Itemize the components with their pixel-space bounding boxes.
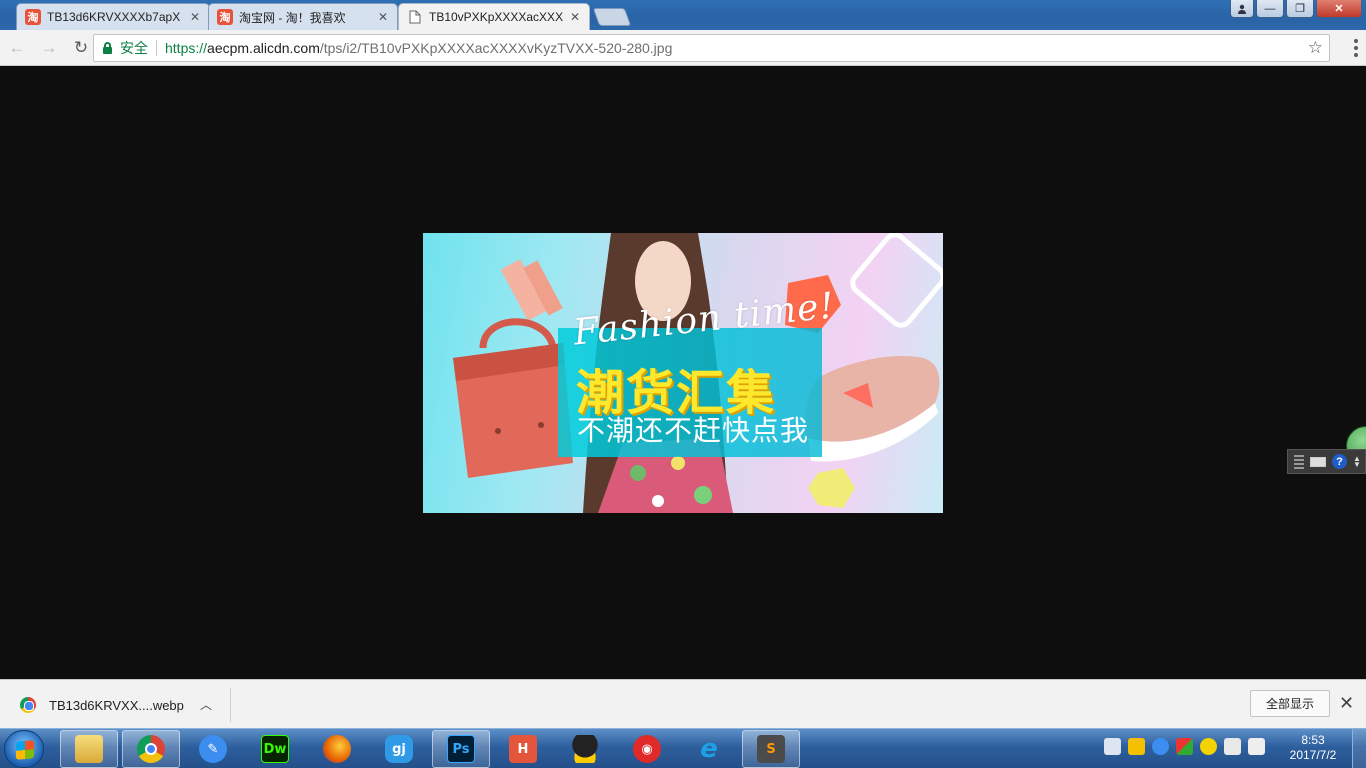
taobao-icon: 淘 [25,9,41,25]
taskbar-dreamweaver[interactable]: Dw [246,730,304,768]
start-button[interactable] [4,730,44,768]
window-controls: — ❐ ✕ [1230,0,1362,18]
download-file-name: TB13d6KRVXX....webp [49,697,184,713]
ime-toolbar[interactable]: ? ▲ ▼ [1287,449,1366,474]
bag-handle [479,318,557,349]
taskbar-clock[interactable]: 8:53 2017/7/2 [1284,733,1342,763]
chrome-menu-button[interactable] [1354,39,1358,57]
banner-subtitle: 不潮还不赶快点我 [577,414,810,447]
note-tray-icon[interactable] [1152,738,1169,755]
taskbar-gj-app[interactable]: gj [370,730,428,768]
maximize-button[interactable]: ❐ [1286,0,1314,18]
show-all-button[interactable]: 全部显示 [1250,690,1330,717]
window-titlebar: 淘 TB13d6KRVXXXXb7apX ✕ 淘 淘宝网 - 淘！我喜欢 ✕ T… [0,0,1366,30]
pencil-icon: ✎ [199,735,227,763]
dreamweaver-icon: Dw [261,735,289,763]
forward-button[interactable]: → [36,35,62,61]
gj-app-icon: gj [385,735,413,763]
close-shelf-icon[interactable]: ✕ [1339,693,1354,714]
taskbar-chrome[interactable] [122,730,180,768]
decor-square [850,233,943,328]
device-tray-icon[interactable] [1224,738,1241,755]
music-icon: ◉ [633,735,661,763]
tab-close-icon[interactable]: ✕ [567,9,583,25]
tab-title: TB13d6KRVXXXXb7apX [47,10,181,24]
volume-muted-icon[interactable] [1248,738,1265,755]
chrome-icon [137,735,165,763]
minimize-button[interactable]: — [1256,0,1284,18]
chrome-icon [20,697,36,713]
decor-hexagon [808,468,855,508]
reload-button[interactable]: ↻ [68,35,94,61]
menu-dot [1354,39,1358,43]
menu-dot [1354,53,1358,57]
user-icon [1238,4,1246,14]
tab-title: 淘宝网 - 淘！我喜欢 [239,10,346,25]
url-path: /tps/i2/TB10vPXKpXXXXacXXXXvKyzTVXX-520-… [319,40,673,56]
taskbar-qq[interactable] [556,730,614,768]
drag-handle[interactable] [1294,454,1304,469]
help-icon[interactable]: ? [1332,454,1347,469]
lock-icon [102,41,114,55]
photoshop-icon: Ps [447,735,475,763]
keyboard-icon[interactable] [1310,456,1326,467]
tab-3-active[interactable]: TB10vPXKpXXXXacXXX ✕ [398,3,590,30]
clock-date: 2017/7/2 [1289,748,1337,762]
sublime-icon: S [757,735,785,763]
close-window-button[interactable]: ✕ [1316,0,1362,18]
taobao-icon: 淘 [217,9,233,25]
bookmark-star-icon[interactable]: ☆ [1308,38,1323,58]
download-item[interactable]: TB13d6KRVXX....webp ︿ [0,688,231,722]
taskbar-note-app[interactable]: ✎ [184,730,242,768]
fashion-banner-image[interactable]: Fashion time! 潮货汇集 不潮还不赶快点我 [423,233,943,513]
security-tray-icon[interactable] [1176,738,1193,755]
menu-dot [1354,46,1358,50]
windows-logo-icon [16,740,34,760]
document-icon [407,9,423,25]
page-viewport: Fashion time! 潮货汇集 不潮还不赶快点我 ? ▲ ▼ [0,66,1366,679]
network-icon[interactable] [1128,738,1145,755]
windows-taskbar: ✎ Dw gj Ps H ◉ e S 8:53 2017/7/2 [0,728,1366,768]
url-scheme: https:// [165,40,208,56]
new-tab-button[interactable] [592,8,632,26]
expand-arrows-icon[interactable]: ▲ ▼ [1353,454,1361,468]
tab-close-icon[interactable]: ✕ [187,9,203,25]
action-center-icon[interactable] [1104,738,1121,755]
address-bar[interactable]: 安全 https:// aecpm.alicdn.com /tps/i2/TB1… [93,34,1330,62]
taskbar-file-explorer[interactable] [60,730,118,768]
clock-time: 8:53 [1301,733,1325,747]
taskbar-netease-music[interactable]: ◉ [618,730,676,768]
taskbar-firefox[interactable] [308,730,366,768]
taskbar-hbuilder[interactable]: H [494,730,552,768]
taskbar-internet-explorer[interactable]: e [680,730,738,768]
browser-toolbar: ← → ↻ 安全 https:// aecpm.alicdn.com /tps/… [0,30,1366,66]
taskbar-sublime-text[interactable]: S [742,730,800,768]
tab-1[interactable]: 淘 TB13d6KRVXXXXb7apX ✕ [16,3,210,30]
tab-2[interactable]: 淘 淘宝网 - 淘！我喜欢 ✕ [208,3,398,30]
chevron-up-icon[interactable]: ︿ [200,696,212,713]
ie-icon: e [700,734,718,764]
taskbar-photoshop[interactable]: Ps [432,730,490,768]
show-desktop-button[interactable] [1352,729,1366,768]
system-tray [1104,738,1265,755]
secure-label: 安全 [120,40,148,56]
download-shelf: TB13d6KRVXX....webp ︿ 全部显示 ✕ [0,679,1366,728]
url-host: aecpm.alicdn.com [207,40,320,56]
folder-icon [75,735,103,763]
add-tray-icon[interactable] [1200,738,1217,755]
firefox-icon [323,735,351,763]
tab-title: TB10vPXKpXXXXacXXX [429,10,564,24]
tab-close-icon[interactable]: ✕ [375,9,391,25]
divider [156,40,157,56]
qq-penguin-icon [571,735,599,763]
user-profile-button[interactable] [1230,0,1254,18]
hbuilder-icon: H [509,735,537,763]
back-button[interactable]: ← [4,35,30,61]
